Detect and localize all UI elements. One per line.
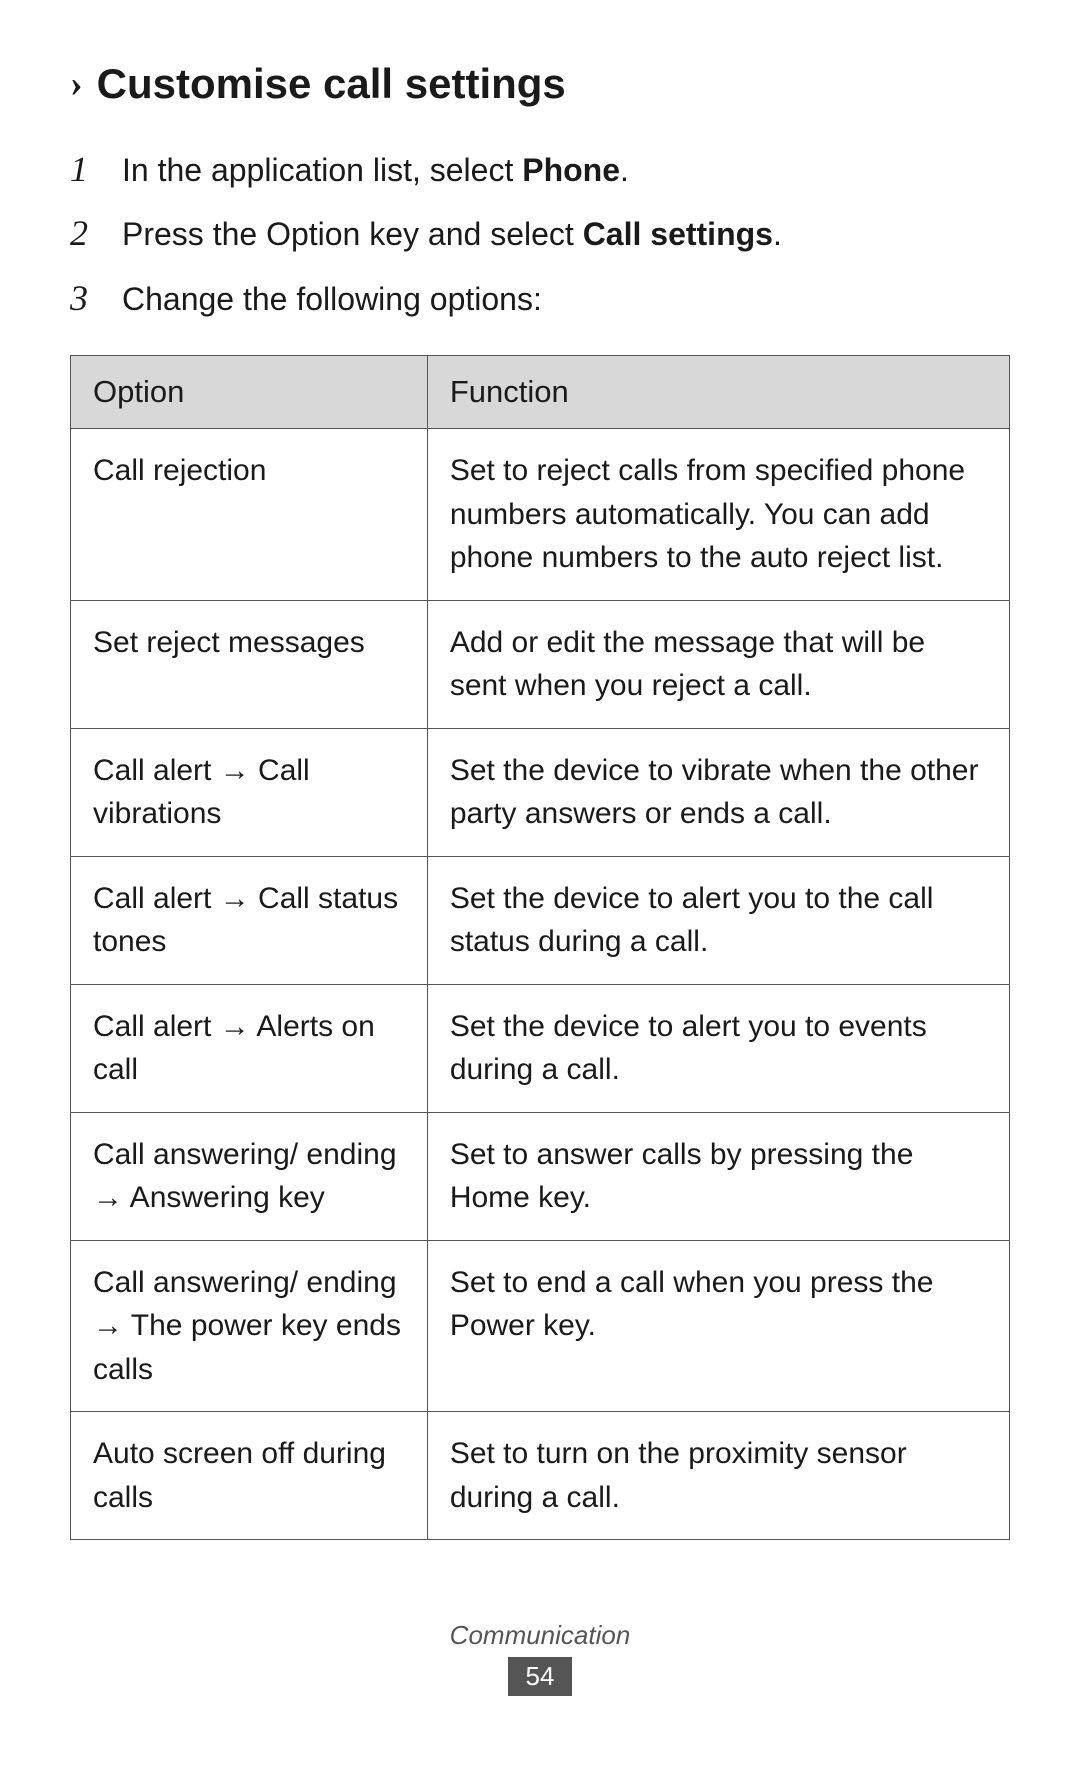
table-cell-function-0: Set to reject calls from specified phone… — [427, 429, 1009, 601]
step-1: 1 In the application list, select Phone. — [70, 144, 1010, 194]
settings-table: Option Function Call rejectionSet to rej… — [70, 355, 1010, 1540]
step-text-3: Change the following options: — [122, 277, 542, 322]
table-cell-option-2: Call alert → Call vibrations — [71, 728, 428, 856]
table-cell-function-6: Set to end a call when you press the Pow… — [427, 1240, 1009, 1412]
chevron-icon: › — [70, 65, 83, 103]
step-text-2: Press the Option key and select Call set… — [122, 212, 782, 257]
table-cell-option-7: Auto screen off during calls — [71, 1412, 428, 1540]
table-row: Set reject messagesAdd or edit the messa… — [71, 600, 1010, 728]
steps-list: 1 In the application list, select Phone.… — [70, 144, 1010, 323]
table-cell-option-0: Call rejection — [71, 429, 428, 601]
table-cell-function-4: Set the device to alert you to events du… — [427, 984, 1009, 1112]
step-3: 3 Change the following options: — [70, 273, 1010, 323]
table-cell-option-1: Set reject messages — [71, 600, 428, 728]
table-cell-function-2: Set the device to vibrate when the other… — [427, 728, 1009, 856]
table-cell-option-6: Call answering/ ending → The power key e… — [71, 1240, 428, 1412]
table-row: Call answering/ ending → Answering keySe… — [71, 1112, 1010, 1240]
table-cell-function-1: Add or edit the message that will be sen… — [427, 600, 1009, 728]
column-header-function: Function — [427, 356, 1009, 429]
step-number-3: 3 — [70, 273, 106, 323]
step-number-2: 2 — [70, 208, 106, 258]
table-row: Call answering/ ending → The power key e… — [71, 1240, 1010, 1412]
page-heading: › Customise call settings — [70, 60, 1010, 108]
step-text-1: In the application list, select Phone. — [122, 148, 629, 193]
table-cell-option-4: Call alert → Alerts on call — [71, 984, 428, 1112]
page-title: Customise call settings — [97, 60, 566, 108]
footer-label: Communication — [70, 1620, 1010, 1651]
table-cell-function-5: Set to answer calls by pressing the Home… — [427, 1112, 1009, 1240]
footer-page-number: 54 — [508, 1657, 573, 1696]
step-number-1: 1 — [70, 144, 106, 194]
table-cell-function-7: Set to turn on the proximity sensor duri… — [427, 1412, 1009, 1540]
column-header-option: Option — [71, 356, 428, 429]
table-row: Call alert → Call status tonesSet the de… — [71, 856, 1010, 984]
footer: Communication 54 — [70, 1620, 1010, 1696]
table-cell-option-5: Call answering/ ending → Answering key — [71, 1112, 428, 1240]
table-row: Call alert → Call vibrationsSet the devi… — [71, 728, 1010, 856]
table-row: Call rejectionSet to reject calls from s… — [71, 429, 1010, 601]
table-row: Call alert → Alerts on callSet the devic… — [71, 984, 1010, 1112]
table-cell-function-3: Set the device to alert you to the call … — [427, 856, 1009, 984]
step-2: 2 Press the Option key and select Call s… — [70, 208, 1010, 258]
table-header-row: Option Function — [71, 356, 1010, 429]
table-cell-option-3: Call alert → Call status tones — [71, 856, 428, 984]
table-row: Auto screen off during callsSet to turn … — [71, 1412, 1010, 1540]
